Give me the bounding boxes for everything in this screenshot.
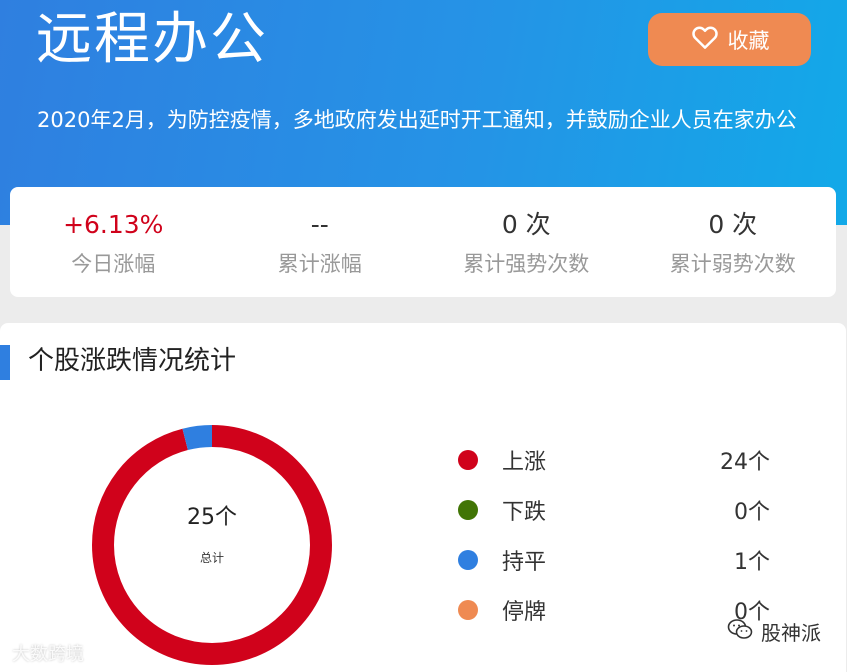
legend-item-flat: 持平 1个: [456, 535, 776, 585]
legend-label: 上涨: [502, 450, 547, 475]
wechat-icon: [727, 618, 753, 645]
stat-label: 累计涨幅: [277, 252, 362, 276]
stat-today-change: +6.13% 今日涨幅: [10, 187, 217, 297]
section-accent-bar: [0, 345, 10, 380]
legend-value: 0个: [734, 500, 770, 525]
stock-stats-panel: 个股涨跌情况统计 25个 总计 上涨 24个 下跌 0个 持平 1个 停牌 0个: [0, 323, 846, 672]
legend-dot: [458, 500, 478, 520]
donut-svg: [92, 425, 332, 665]
heart-icon: [690, 22, 720, 57]
donut-total-label: 总计: [199, 551, 224, 565]
stat-weak-count: 0 次 累计弱势次数: [630, 187, 837, 297]
watermark-right-text: 股神派: [761, 621, 821, 645]
donut-total-count: 25个: [187, 505, 237, 530]
legend-value: 24个: [720, 450, 770, 475]
stat-value: 0 次: [501, 210, 551, 239]
stat-label: 累计强势次数: [463, 252, 590, 276]
legend-label: 下跌: [502, 500, 547, 525]
stat-value: 0 次: [708, 210, 758, 239]
stat-strong-count: 0 次 累计强势次数: [423, 187, 630, 297]
legend-item-rise: 上涨 24个: [456, 435, 776, 485]
legend-label: 停牌: [502, 600, 547, 625]
legend-dot: [458, 450, 478, 470]
stat-value: +6.13%: [63, 210, 164, 239]
stat-value: --: [310, 210, 329, 239]
legend-label: 持平: [502, 550, 547, 575]
stat-label: 累计弱势次数: [669, 252, 796, 276]
donut-chart: 25个 总计: [80, 413, 344, 672]
legend-value: 1个: [734, 550, 770, 575]
legend-dot: [458, 600, 478, 620]
legend-dot: [458, 550, 478, 570]
stat-cumulative-change: -- 累计涨幅: [217, 187, 424, 297]
stat-label: 今日涨幅: [71, 252, 156, 276]
section-title: 个股涨跌情况统计: [28, 346, 237, 376]
watermark-left-text: 大数跨境: [12, 644, 84, 665]
donut-segment-0: [92, 425, 332, 665]
theme-description: 2020年2月，为防控疫情，多地政府发出延时开工通知，并鼓励企业人员在家办公: [37, 108, 797, 132]
page-title: 远程办公: [36, 7, 268, 72]
donut-legend: 上涨 24个 下跌 0个 持平 1个 停牌 0个: [456, 435, 776, 635]
watermark-left: 大数跨境: [12, 640, 84, 666]
legend-item-fall: 下跌 0个: [456, 485, 776, 535]
stats-card: +6.13% 今日涨幅 -- 累计涨幅 0 次 累计强势次数 0 次 累计弱势次…: [10, 187, 836, 297]
favorite-button[interactable]: 收藏: [648, 13, 811, 66]
watermark-right: 股神派: [727, 617, 821, 646]
favorite-label: 收藏: [727, 28, 770, 53]
